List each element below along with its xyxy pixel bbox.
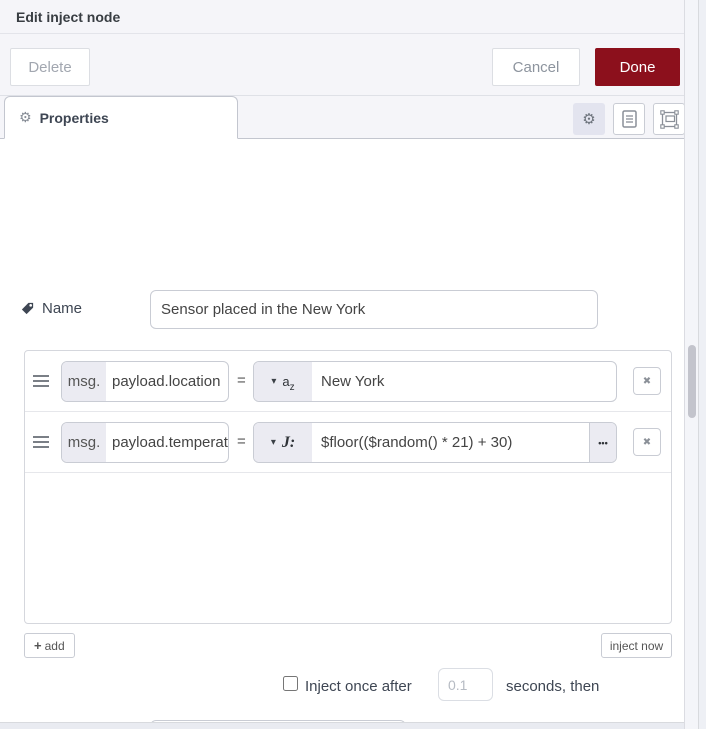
object-group-icon xyxy=(659,109,679,129)
tag-icon xyxy=(21,302,34,315)
add-button-label: add xyxy=(44,638,65,653)
remove-row-button[interactable]: ✖ xyxy=(633,428,661,456)
properties-form: Name msg. payload.location = ▾ az New Yo… xyxy=(0,139,684,729)
caret-down-icon: ▾ xyxy=(271,376,277,387)
msg-prefix-label: msg. xyxy=(62,423,106,462)
inject-once-delay-input[interactable] xyxy=(438,668,493,701)
remove-row-button[interactable]: ✖ xyxy=(633,367,661,395)
props-list: msg. payload.location = ▾ az New York ✖ … xyxy=(24,350,672,624)
bottom-edge xyxy=(0,722,684,729)
value-field: ▾ J: $floor(($random() * 21) + 30) ••• xyxy=(253,422,617,463)
property-row: msg. payload.temperature = ▾ J: $floor((… xyxy=(25,412,671,473)
delete-button[interactable]: Delete xyxy=(10,48,90,86)
typed-input-type-button[interactable]: ▾ J: xyxy=(254,423,312,462)
inject-now-button[interactable]: inject now xyxy=(601,633,672,658)
appearance-tab-button[interactable] xyxy=(653,103,685,135)
drag-handle-icon[interactable] xyxy=(33,375,49,390)
expand-editor-button[interactable]: ••• xyxy=(589,423,616,462)
dialog-header: Edit inject node xyxy=(0,0,684,34)
inject-once-checkbox[interactable] xyxy=(283,676,298,691)
properties-tab-button[interactable]: ⚙ xyxy=(573,103,605,135)
cancel-button[interactable]: Cancel xyxy=(492,48,580,86)
name-label: Name xyxy=(42,300,83,317)
tab-properties-label: Properties xyxy=(39,109,109,126)
value-field: ▾ az New York xyxy=(253,361,617,402)
plus-icon: + xyxy=(34,638,42,653)
typed-input-type-button[interactable]: ▾ az xyxy=(254,362,312,401)
property-row: msg. payload.location = ▾ az New York ✖ xyxy=(25,351,671,412)
add-property-button[interactable]: + add xyxy=(24,633,75,658)
property-name-input[interactable]: payload.temperature xyxy=(106,423,228,462)
tab-properties[interactable]: ⚙ Properties xyxy=(4,96,238,139)
type-icon: az xyxy=(282,373,295,393)
dialog-title: Edit inject node xyxy=(16,9,121,25)
gear-icon: ⚙ xyxy=(19,109,32,125)
value-input[interactable]: $floor(($random() * 21) + 30) xyxy=(312,423,589,462)
edit-inject-node-dialog: Edit inject node Delete Cancel Done ⚙ Pr… xyxy=(0,0,706,729)
msg-prefix-label: msg. xyxy=(62,362,106,401)
equals-sign: = xyxy=(237,372,246,389)
drag-handle-icon[interactable] xyxy=(33,436,49,451)
name-label-row: Name xyxy=(20,300,82,317)
type-icon: J: xyxy=(281,433,296,451)
document-icon xyxy=(621,110,637,128)
equals-sign: = xyxy=(237,433,246,450)
dialog-toolbar: Delete Cancel Done xyxy=(0,34,684,96)
outer-strip xyxy=(699,0,706,729)
scrollbar-thumb[interactable] xyxy=(688,345,696,418)
caret-down-icon: ▾ xyxy=(270,437,276,448)
gear-icon: ⚙ xyxy=(582,111,596,128)
inject-once-label: Inject once after xyxy=(305,678,412,695)
property-field[interactable]: msg. payload.location xyxy=(61,361,229,402)
property-name-input[interactable]: payload.location xyxy=(106,362,228,401)
name-input[interactable] xyxy=(150,290,598,329)
description-tab-button[interactable] xyxy=(613,103,645,135)
inject-once-suffix: seconds, then xyxy=(506,678,600,695)
property-field[interactable]: msg. payload.temperature xyxy=(61,422,229,463)
ellipsis-icon: ••• xyxy=(598,437,608,448)
value-input[interactable]: New York xyxy=(312,362,616,401)
done-button[interactable]: Done xyxy=(595,48,680,86)
